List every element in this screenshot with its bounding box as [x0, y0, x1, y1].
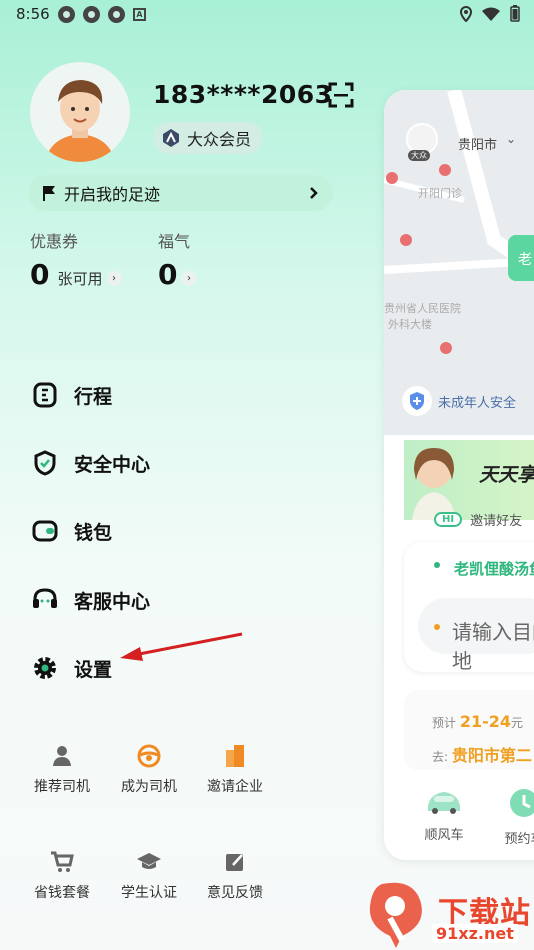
- grid-item-label: 成为司机: [121, 779, 177, 795]
- grid-item-label: 省钱套餐: [34, 885, 90, 901]
- app-notification-icon: [83, 6, 100, 23]
- app-notification-icon: [108, 6, 125, 23]
- trip-icon: [30, 380, 60, 410]
- grid-item-label: 意见反馈: [207, 885, 263, 901]
- banner-title: 天天享: [479, 464, 534, 486]
- grid-item-invite-enterprise[interactable]: 邀请企业: [195, 742, 275, 796]
- safety-text: 未成年人安全: [438, 395, 517, 411]
- grid-item-student-verify[interactable]: 学生认证: [109, 848, 189, 902]
- menu-item-label: 设置: [74, 658, 113, 681]
- grid-item-recommend-driver[interactable]: 推荐司机: [22, 742, 102, 796]
- map-label: 贵州省人民医院: [384, 301, 461, 315]
- map-label: 外科大楼: [388, 317, 432, 331]
- footprint-label: 开启我的足迹: [64, 185, 161, 204]
- avatar-illustration: [45, 80, 115, 162]
- chevron-right-icon: ›: [106, 271, 122, 286]
- gear-icon: [30, 653, 60, 683]
- flag-icon: [43, 186, 55, 201]
- grid-item-label: 推荐司机: [34, 779, 90, 795]
- safety-notice[interactable]: 未成年人安全: [402, 386, 516, 416]
- wifi-icon: [482, 7, 500, 21]
- annotation-arrow: [120, 632, 243, 661]
- shield-icon: [30, 448, 60, 478]
- scan-icon[interactable]: [328, 82, 354, 108]
- status-time: 8:56: [16, 5, 50, 23]
- grid-item-label: 邀请企业: [207, 779, 263, 795]
- status-bar: 8:56 A: [0, 0, 534, 28]
- member-label: 大众会员: [187, 130, 252, 149]
- menu-item-label: 钱包: [74, 521, 113, 544]
- status-notification-icons: A: [58, 6, 146, 23]
- location-icon: [460, 5, 472, 22]
- menu-item-safety-center[interactable]: 安全中心: [30, 443, 150, 483]
- invite-friends-row[interactable]: HI 邀请好友: [434, 510, 522, 529]
- coupon-summary[interactable]: 优惠券 0 张可用 ›: [30, 228, 122, 291]
- city-selector[interactable]: 贵阳市: [458, 134, 497, 153]
- grid-item-become-driver[interactable]: 成为司机: [109, 742, 189, 796]
- avatar[interactable]: [30, 62, 130, 162]
- chevron-down-icon: ⌄: [506, 132, 517, 146]
- grid-item-feedback[interactable]: 意见反馈: [195, 848, 275, 902]
- building-icon: [195, 742, 275, 770]
- menu-item-trips[interactable]: 行程: [30, 375, 112, 415]
- nav-label: 顺风车: [424, 828, 464, 843]
- footprint-button[interactable]: 开启我的足迹: [28, 175, 333, 211]
- origin-place[interactable]: 老凯俚酸汤鱼: [454, 558, 534, 579]
- chevron-right-icon: [310, 187, 318, 199]
- origin-dot-icon: [434, 562, 440, 568]
- a-badge-icon: A: [133, 8, 146, 21]
- cart-icon: [22, 848, 102, 876]
- menu-item-customer-service[interactable]: 客服中心: [30, 580, 150, 620]
- member-badge[interactable]: 大众会员: [153, 122, 264, 154]
- wallet-icon: [30, 516, 60, 546]
- menu-item-label: 行程: [74, 385, 113, 408]
- home-page-preview[interactable]: 开阳门诊 贵州省人民医院 外科大楼 大众 贵阳市 ⌄ 老 未成年人安全 天天享 …: [384, 90, 534, 860]
- watermark-url: 91xz.net: [432, 924, 518, 943]
- nav-label: 预约车: [504, 832, 534, 847]
- destination-dot-icon: [434, 624, 440, 630]
- member-level-icon: [163, 129, 179, 147]
- fuqi-count: 0: [158, 258, 178, 291]
- map-view[interactable]: 开阳门诊 贵州省人民医院 外科大楼 大众 贵阳市 ⌄ 老 未成年人安全: [384, 90, 534, 435]
- car-icon: [428, 792, 460, 814]
- menu-item-label: 客服中心: [74, 590, 151, 613]
- banner-person-illustration: [412, 448, 456, 520]
- grid-item-label: 学生认证: [121, 885, 177, 901]
- app-notification-icon: [58, 6, 75, 23]
- menu-item-settings[interactable]: 设置: [30, 648, 112, 688]
- edit-icon: [195, 848, 275, 876]
- coupon-count: 0: [30, 258, 50, 291]
- headset-icon: [30, 585, 60, 615]
- driver-icon: [22, 742, 102, 770]
- watermark-logo-icon: [369, 882, 422, 948]
- coupon-unit: 张可用: [57, 270, 103, 288]
- trip-destination: 去: 贵阳市第二: [432, 746, 532, 765]
- chevron-right-icon: ›: [181, 271, 197, 286]
- watermark: 下载站 91xz.net: [362, 878, 534, 950]
- steering-wheel-icon: [109, 742, 189, 770]
- graduation-cap-icon: [109, 848, 189, 876]
- nav-reserve-car[interactable]: 预约车: [484, 786, 534, 847]
- map-poi-tag[interactable]: 老: [508, 235, 534, 281]
- battery-icon: [510, 5, 520, 22]
- trip-estimate: 预计 21-24元: [432, 712, 524, 731]
- invite-text: 邀请好友: [470, 514, 523, 529]
- menu-item-label: 安全中心: [74, 453, 151, 476]
- shield-plus-icon: [402, 386, 432, 416]
- clock-icon: [510, 789, 534, 817]
- fuqi-title: 福气: [158, 232, 191, 251]
- grid-item-savings-package[interactable]: 省钱套餐: [22, 848, 102, 902]
- nav-hitch-ride[interactable]: 顺风车: [404, 786, 484, 843]
- fuqi-summary[interactable]: 福气 0 ›: [158, 228, 197, 291]
- menu-item-wallet[interactable]: 钱包: [30, 511, 112, 551]
- map-label: 开阳门诊: [418, 186, 462, 200]
- mini-avatar-badge: 大众: [408, 150, 430, 161]
- destination-placeholder: 请输入目的地: [452, 620, 534, 673]
- status-system-icons: [460, 5, 520, 22]
- phone-number[interactable]: 183****2063: [153, 80, 333, 109]
- hi-badge: HI: [434, 512, 463, 527]
- coupon-title: 优惠券: [30, 232, 79, 251]
